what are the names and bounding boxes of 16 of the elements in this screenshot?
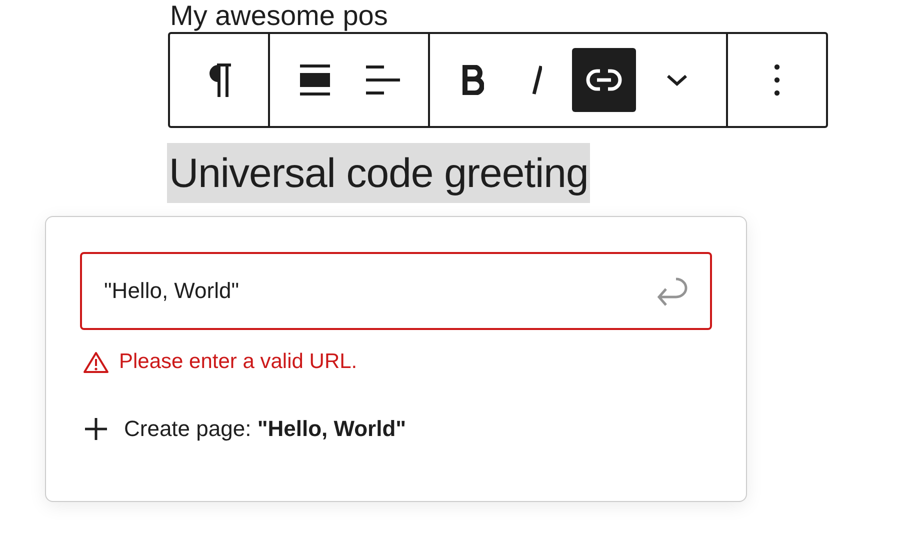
link-icon [586, 68, 622, 92]
more-vertical-icon [774, 64, 780, 96]
bold-icon [462, 65, 484, 95]
chevron-down-icon [666, 74, 688, 86]
plus-icon [84, 417, 108, 441]
url-field[interactable]: "Hello, World" [80, 252, 712, 330]
post-title: My awesome pos [170, 0, 389, 32]
link-button[interactable] [572, 48, 636, 112]
align-left-icon [366, 65, 400, 95]
selected-text: Universal code greeting [167, 143, 590, 203]
create-page-button[interactable]: Create page: "Hello, World" [80, 416, 712, 442]
italic-icon [532, 65, 542, 95]
align-wide-icon [300, 64, 330, 96]
error-message: Please enter a valid URL. [119, 350, 358, 374]
enter-icon [656, 275, 690, 307]
warning-icon [83, 351, 109, 373]
